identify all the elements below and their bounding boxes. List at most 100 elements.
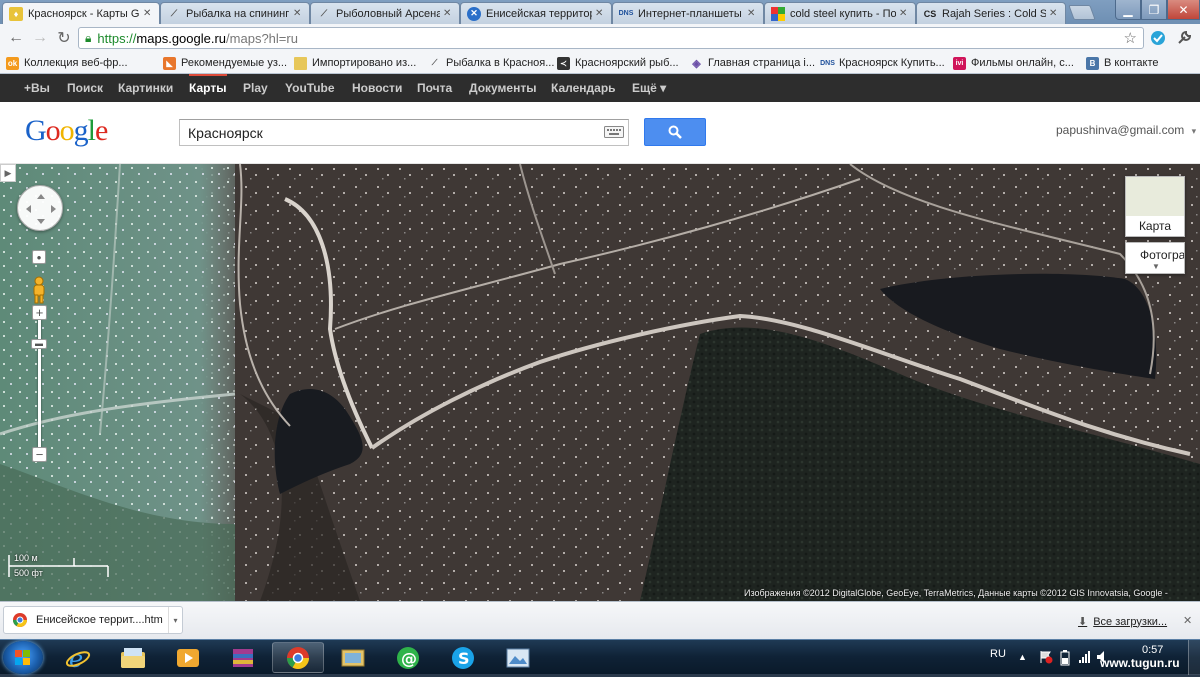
gbar-youtube[interactable]: YouTube xyxy=(285,81,335,95)
gbar-images[interactable]: Картинки xyxy=(118,81,173,95)
tab-title: Рыболовный Арсенал xyxy=(336,7,440,20)
bookmark-item[interactable]: ◈ Главная страница i... xyxy=(690,55,815,71)
photo-viewer-icon[interactable] xyxy=(327,642,379,673)
gbar-search[interactable]: Поиск xyxy=(67,81,103,95)
gbar-more[interactable]: Ещё ▾ xyxy=(632,81,666,95)
extension-icon[interactable] xyxy=(1148,28,1168,48)
zoom-slider-handle[interactable]: ▬ xyxy=(31,339,47,349)
gbar-mail[interactable]: Почта xyxy=(417,81,452,95)
flag-icon[interactable] xyxy=(1039,650,1053,667)
battery-icon[interactable] xyxy=(1060,650,1070,669)
close-icon[interactable]: ✕ xyxy=(143,8,153,19)
gbar-news[interactable]: Новости xyxy=(352,81,402,95)
star-icon[interactable]: ☆ xyxy=(1124,29,1137,47)
signal-icon[interactable] xyxy=(1078,650,1092,667)
forward-arrow-icon[interactable]: → xyxy=(30,28,50,48)
close-icon[interactable]: ✕ xyxy=(595,8,605,19)
zoom-in-button[interactable]: + xyxy=(32,305,47,320)
minimize-button[interactable]: ▁ xyxy=(1115,0,1141,20)
gbar-plus-you[interactable]: +Вы xyxy=(24,81,50,95)
start-button[interactable] xyxy=(3,641,43,674)
dns-logo-icon: DNS xyxy=(618,10,634,17)
language-indicator[interactable]: RU xyxy=(990,648,1006,660)
gbar-calendar[interactable]: Календарь xyxy=(551,81,616,95)
url-host: maps.google.ru xyxy=(136,30,227,46)
svg-text:S: S xyxy=(458,649,470,668)
bookmark-folder[interactable]: Импортировано из... xyxy=(294,55,416,71)
media-player-icon[interactable] xyxy=(162,642,214,673)
tab-title: Интернет-планшеты | xyxy=(638,7,744,20)
file-explorer-icon[interactable] xyxy=(107,642,159,673)
tab-yenisei[interactable]: ✕ Енисейская территор ✕ xyxy=(460,2,612,24)
close-window-button[interactable]: ✕ xyxy=(1167,0,1200,20)
search-button[interactable] xyxy=(644,118,706,146)
tab-title: Енисейская территор xyxy=(486,7,592,20)
google-logo[interactable]: Google xyxy=(25,114,108,148)
new-tab-button[interactable] xyxy=(1068,5,1096,20)
expand-panel-button[interactable]: ▶ xyxy=(0,164,16,182)
skype-icon[interactable]: S xyxy=(437,642,489,673)
close-icon[interactable]: ✕ xyxy=(1183,614,1192,627)
tab-rajah-series[interactable]: CS Rajah Series : Cold Stee ✕ xyxy=(916,2,1066,24)
bookmark-item[interactable]: ⟋ Рыбалка в Красноя... xyxy=(428,55,555,71)
watermark: www.tugun.ru xyxy=(1100,656,1180,670)
keyboard-icon[interactable] xyxy=(603,122,625,142)
bookmarks-bar: ok Коллекция веб-фр... ◣ Рекомендуемые у… xyxy=(0,52,1200,74)
zoom-out-button[interactable]: − xyxy=(32,447,47,462)
pan-left-icon xyxy=(26,205,31,213)
mail-agent-icon[interactable]: @ xyxy=(382,642,434,673)
show-desktop-button[interactable] xyxy=(1188,640,1200,675)
cold-steel-icon: CS xyxy=(923,8,937,19)
account-menu[interactable]: papushinva@gmail.com ▾ xyxy=(1056,123,1196,137)
wrench-icon[interactable] xyxy=(1174,28,1194,48)
bookmark-label: Фильмы онлайн, с... xyxy=(971,57,1074,69)
bookmark-item[interactable]: ◣ Рекомендуемые уз... xyxy=(163,55,287,71)
slice-icon: ◣ xyxy=(163,56,176,70)
maximize-button[interactable]: ❐ xyxy=(1141,0,1167,20)
picture-window-icon[interactable] xyxy=(492,642,544,673)
satellite-map[interactable] xyxy=(0,164,1200,601)
close-icon[interactable]: ✕ xyxy=(899,8,909,19)
show-all-downloads-link[interactable]: ⬇ Все загрузки... xyxy=(1078,615,1167,629)
chrome-taskbar-icon[interactable] xyxy=(272,642,324,673)
bookmark-item[interactable]: ≺ Красноярский рыб... xyxy=(557,55,679,71)
gbar-play[interactable]: Play xyxy=(243,81,268,95)
bookmark-item[interactable]: B В контакте xyxy=(1086,55,1159,71)
pan-control[interactable] xyxy=(17,185,63,231)
satellite-type-button[interactable]: Фотограф ▼ xyxy=(1125,242,1185,274)
chevron-down-icon[interactable]: ▾ xyxy=(168,607,182,633)
clock[interactable]: 0:57 xyxy=(1142,644,1163,656)
gbar-maps[interactable]: Карты xyxy=(189,81,226,95)
close-icon[interactable]: ✕ xyxy=(443,8,453,19)
map-type-button[interactable]: Карта xyxy=(1125,176,1185,237)
close-icon[interactable]: ✕ xyxy=(1049,8,1059,19)
street-view-ring-icon[interactable]: • xyxy=(32,250,46,264)
back-arrow-icon[interactable]: ← xyxy=(6,28,26,48)
winrar-icon[interactable] xyxy=(217,642,269,673)
bookmark-item[interactable]: ok Коллекция веб-фр... xyxy=(6,55,128,71)
tab-fishing-arsenal[interactable]: ⟋ Рыболовный Арсенал ✕ xyxy=(310,2,460,24)
address-bar[interactable]: 🔒︎ https:// maps.google.ru /maps?hl=ru ☆ xyxy=(78,27,1144,49)
tab-cold-steel-search[interactable]: cold steel купить - Пои ✕ xyxy=(764,2,916,24)
pan-right-icon xyxy=(51,205,56,213)
fish-icon: ≺ xyxy=(557,56,570,70)
close-icon[interactable]: ✕ xyxy=(747,8,757,19)
bookmark-item[interactable]: ivi Фильмы онлайн, с... xyxy=(953,55,1074,71)
fishing-rod-icon: ⟋ xyxy=(431,58,438,67)
bookmark-label: В контакте xyxy=(1104,57,1159,69)
download-item[interactable]: Енисейское террит....htm ▾ xyxy=(3,606,183,634)
download-filename: Енисейское террит....htm xyxy=(36,614,163,626)
search-input[interactable]: Красноярск xyxy=(179,119,629,146)
close-icon[interactable]: ✕ xyxy=(293,8,303,19)
tab-internet-tablets[interactable]: DNS Интернет-планшеты | ✕ xyxy=(612,2,764,24)
download-arrow-icon: ⬇ xyxy=(1078,616,1088,628)
bookmark-item[interactable]: DNS Красноярск Купить... xyxy=(820,55,945,71)
tab-fishing-spinning[interactable]: ⟋ Рыбалка на спининг - ✕ xyxy=(160,2,310,24)
internet-explorer-icon[interactable]: e xyxy=(52,642,104,673)
reload-icon[interactable]: ↻ xyxy=(54,28,74,48)
tab-google-maps[interactable]: ♦ Красноярск - Карты Go ✕ xyxy=(2,2,160,24)
tray-expand-icon[interactable]: ▲ xyxy=(1018,652,1027,662)
gbar-docs[interactable]: Документы xyxy=(469,81,536,95)
pegman-icon[interactable] xyxy=(30,276,48,304)
bookmark-label: Красноярск Купить... xyxy=(839,57,945,69)
